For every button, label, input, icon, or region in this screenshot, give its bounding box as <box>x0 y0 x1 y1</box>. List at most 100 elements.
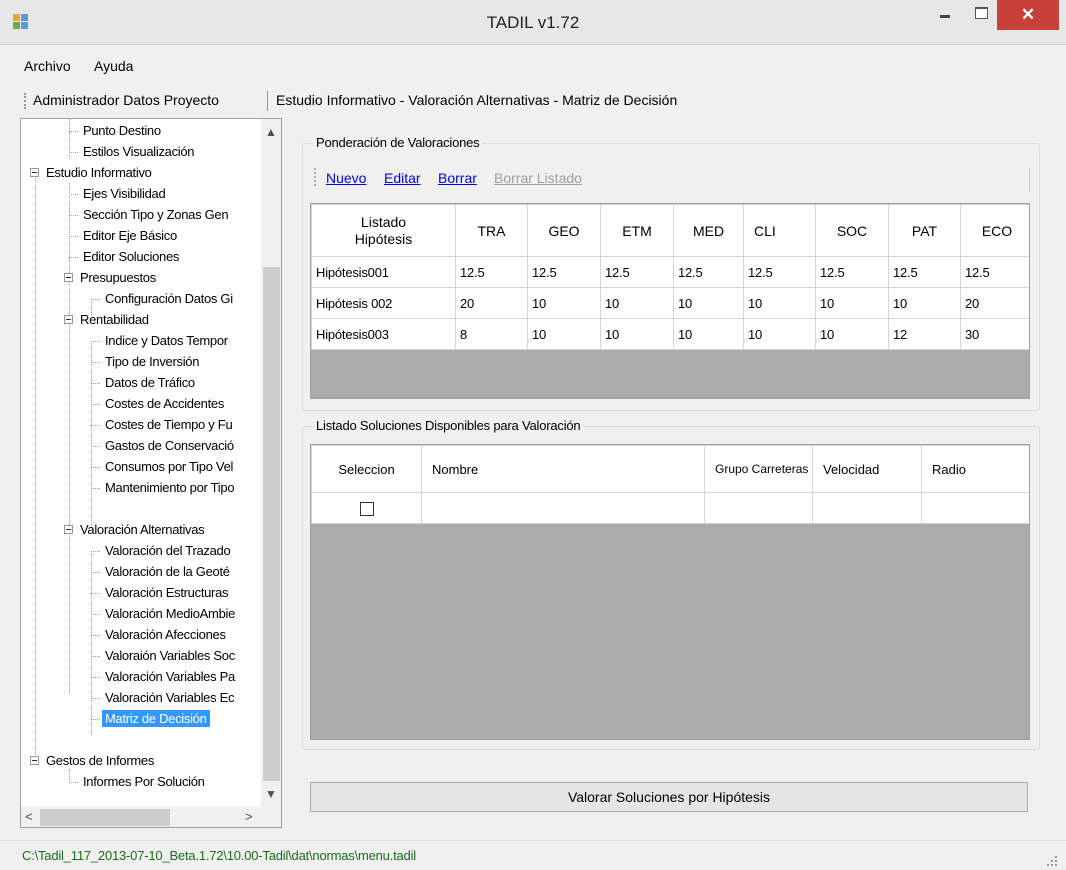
tree-item[interactable]: Editor Eje Básico <box>69 225 177 246</box>
tree-item[interactable]: Informes Por Solución <box>69 771 205 792</box>
table-cell[interactable]: 10 <box>527 287 601 319</box>
table-cell[interactable]: 12.5 <box>815 256 889 288</box>
table-cell[interactable]: Hipótesis003 <box>311 318 456 350</box>
maximize-button[interactable] <box>965 0 995 28</box>
table-cell[interactable]: 12.5 <box>600 256 674 288</box>
collapse-icon[interactable] <box>30 756 39 765</box>
tree-item[interactable]: Configuración Datos Gi <box>91 288 233 309</box>
column-header-grupo[interactable]: Grupo Carreteras <box>704 445 813 493</box>
tree-item[interactable]: Rentabilidad <box>63 309 149 330</box>
tree-item[interactable]: Gestos de Informes <box>29 750 154 771</box>
title-bar[interactable]: TADIL v1.72 ✕ <box>0 0 1066 45</box>
table-cell[interactable]: 10 <box>600 318 674 350</box>
column-header[interactable]: PAT <box>888 204 961 257</box>
minimize-button[interactable] <box>925 0 965 28</box>
table-cell[interactable]: 12.5 <box>743 256 816 288</box>
tree-item[interactable]: Valoración del Trazado <box>91 540 231 561</box>
valorar-soluciones-button[interactable]: Valorar Soluciones por Hipótesis <box>310 782 1028 812</box>
tree-item[interactable]: Valoración Alternativas <box>63 519 205 540</box>
tree-item[interactable]: Estudio Informativo <box>29 162 152 183</box>
tree-item[interactable]: Valoración MedioAmbie <box>91 603 235 624</box>
column-header[interactable]: MED <box>673 204 744 257</box>
tree-item[interactable]: Tipo de Inversión <box>91 351 199 372</box>
tree-horizontal-scrollbar[interactable]: < > <box>21 807 261 827</box>
table-cell[interactable]: 10 <box>815 287 889 319</box>
table-cell[interactable]: 20 <box>455 287 528 319</box>
tree-item-selected[interactable]: Matriz de Decisión <box>91 708 210 729</box>
table-row[interactable] <box>311 492 1029 524</box>
table-cell[interactable]: 12.5 <box>960 256 1029 288</box>
table-cell[interactable]: 10 <box>743 287 816 319</box>
tree-item[interactable]: Valoración Estructuras <box>91 582 229 603</box>
collapse-icon[interactable] <box>64 525 73 534</box>
navigation-tree[interactable]: Punto Destino Estilos Visualización Estu… <box>20 118 282 828</box>
close-button[interactable]: ✕ <box>997 0 1059 30</box>
column-header[interactable]: SOC <box>815 204 889 257</box>
column-header[interactable]: CLI <box>743 204 816 257</box>
table-row[interactable]: Hipótesis003 8 10 10 10 10 10 12 30 <box>311 318 1029 350</box>
table-cell[interactable]: Hipótesis001 <box>311 256 456 288</box>
table-cell[interactable] <box>421 492 705 524</box>
tree-item[interactable]: Valoraión Variables Soc <box>91 645 235 666</box>
tree-item[interactable]: Sección Tipo y Zonas Gen <box>69 204 229 225</box>
column-header[interactable]: ETM <box>600 204 674 257</box>
table-cell[interactable]: 30 <box>960 318 1029 350</box>
table-cell[interactable] <box>704 492 813 524</box>
scroll-thumb[interactable] <box>263 267 280 781</box>
editar-button[interactable]: Editar <box>384 170 421 186</box>
column-header-velocidad[interactable]: Velocidad <box>812 445 922 493</box>
table-cell[interactable]: 12.5 <box>673 256 744 288</box>
column-header-seleccion[interactable]: Seleccion <box>311 445 422 493</box>
borrar-button[interactable]: Borrar <box>438 170 477 186</box>
tree-vertical-scrollbar[interactable]: ▲ ▼ <box>261 119 281 807</box>
seleccion-cell[interactable] <box>311 492 422 524</box>
scroll-down-icon[interactable]: ▼ <box>265 787 277 801</box>
column-header-nombre[interactable]: Nombre <box>421 445 705 493</box>
borrar-listado-button[interactable]: Borrar Listado <box>494 170 582 186</box>
collapse-icon[interactable] <box>64 273 73 282</box>
seleccion-checkbox[interactable] <box>359 501 374 516</box>
column-header[interactable]: ECO <box>960 204 1029 257</box>
nuevo-button[interactable]: Nuevo <box>326 170 366 186</box>
tree-item[interactable]: Valoración de la Geoté <box>91 561 230 582</box>
tree-item[interactable]: Gastos de Conservació <box>91 435 234 456</box>
hipotesis-grid[interactable]: Listado Hipótesis TRA GEO ETM MED CLI SO… <box>310 203 1030 399</box>
tree-item[interactable]: Ejes Visibilidad <box>69 183 166 204</box>
column-header[interactable]: TRA <box>455 204 528 257</box>
tree-item[interactable]: Consumos por Tipo Vel <box>91 456 233 477</box>
collapse-icon[interactable] <box>30 168 39 177</box>
table-cell[interactable]: 10 <box>888 287 961 319</box>
tree-item[interactable]: Datos de Tráfico <box>91 372 195 393</box>
table-cell[interactable]: 10 <box>600 287 674 319</box>
tree-item[interactable]: Presupuestos <box>63 267 156 288</box>
tree-item[interactable]: Punto Destino <box>69 120 161 141</box>
tree-item[interactable]: Estilos Visualización <box>69 141 195 162</box>
column-header[interactable]: Listado Hipótesis <box>311 204 456 257</box>
table-cell[interactable] <box>812 492 922 524</box>
breadcrumb-admin[interactable]: Administrador Datos Proyecto <box>33 92 219 108</box>
table-row[interactable]: Hipótesis 002 20 10 10 10 10 10 10 20 <box>311 287 1029 319</box>
tree-item[interactable]: Valoración Variables Ec <box>91 687 235 708</box>
collapse-icon[interactable] <box>64 315 73 324</box>
table-cell[interactable]: 12.5 <box>527 256 601 288</box>
tree-item[interactable]: Costes de Accidentes <box>91 393 224 414</box>
table-row[interactable]: Hipótesis001 12.5 12.5 12.5 12.5 12.5 12… <box>311 256 1029 288</box>
tree-item[interactable]: Indice y Datos Tempor <box>91 330 228 351</box>
table-cell[interactable] <box>921 492 1029 524</box>
column-header[interactable]: GEO <box>527 204 601 257</box>
table-cell[interactable]: 10 <box>673 318 744 350</box>
tree-item[interactable]: Valoración Afecciones <box>91 624 226 645</box>
table-cell[interactable]: 10 <box>815 318 889 350</box>
scroll-thumb[interactable] <box>40 809 170 826</box>
table-cell[interactable]: 10 <box>673 287 744 319</box>
scroll-right-icon[interactable]: > <box>245 809 253 824</box>
table-cell[interactable]: 12 <box>888 318 961 350</box>
tree-item[interactable]: Mantenimiento por Tipo <box>91 477 235 498</box>
soluciones-grid[interactable]: Seleccion Nombre Grupo Carreteras Veloci… <box>310 444 1030 740</box>
table-cell[interactable]: Hipótesis 002 <box>311 287 456 319</box>
tree-item[interactable]: Costes de Tiempo y Fu <box>91 414 233 435</box>
scroll-up-icon[interactable]: ▲ <box>265 125 277 139</box>
tree-item[interactable]: Editor Soluciones <box>69 246 179 267</box>
table-cell[interactable]: 10 <box>527 318 601 350</box>
resize-grip-icon[interactable] <box>1046 855 1058 867</box>
